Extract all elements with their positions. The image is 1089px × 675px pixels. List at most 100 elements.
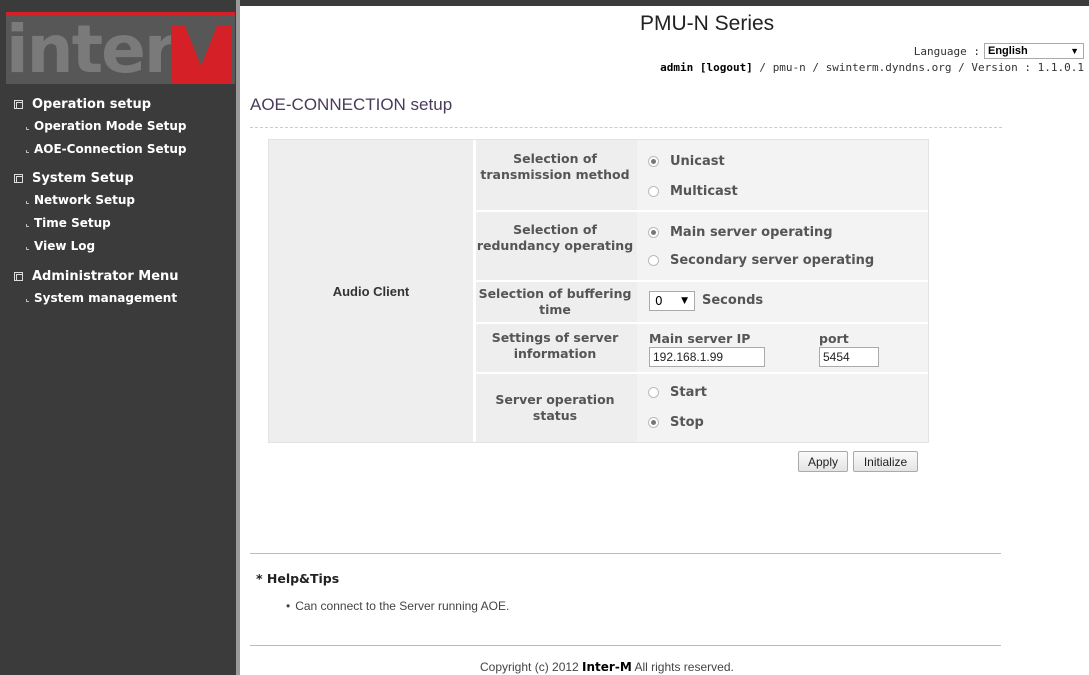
row-buffering-time: Selection of buffering time 0 ▼ Seconds: [476, 282, 928, 322]
row-label: Selection of transmission method: [480, 151, 630, 182]
buffering-time-value: 0: [655, 294, 663, 308]
language-label: Language :: [913, 44, 980, 58]
row-transmission-method: Selection of transmission method Unicast…: [476, 140, 928, 210]
sidebar-item-label: Operation Mode Setup: [34, 118, 187, 133]
bullet-icon: [26, 200, 29, 204]
port-input[interactable]: [819, 347, 879, 367]
radio-stop[interactable]: Stop: [648, 415, 704, 430]
path-separator: /: [752, 61, 773, 74]
sidebar: inter Operation setup Operation Mode Set…: [0, 0, 240, 675]
main-server-ip-input[interactable]: [649, 347, 765, 367]
bullet-icon: [26, 298, 29, 302]
bullet-icon: [26, 149, 29, 153]
radio-main-server[interactable]: Main server operating: [648, 225, 833, 240]
section-label-audio-client: Audio Client: [332, 283, 410, 299]
main-server-ip-label: Main server IP: [649, 331, 751, 346]
sidebar-item-operation-mode-setup[interactable]: Operation Mode Setup: [14, 114, 187, 137]
radio-label: Unicast: [670, 154, 725, 169]
sidebar-item-label: View Log: [34, 238, 96, 253]
collapse-box-icon: [14, 99, 23, 109]
radio-start[interactable]: Start: [648, 385, 707, 400]
initialize-button[interactable]: Initialize: [853, 451, 918, 472]
radio-selected-icon: [648, 156, 659, 167]
dropdown-caret-icon: ▼: [1070, 46, 1079, 56]
language-value: English: [988, 45, 1028, 57]
title-divider: [250, 127, 1002, 128]
value-cell: [637, 140, 928, 210]
nav-head-label: Operation setup: [32, 96, 152, 112]
session-info: admin [logout] / pmu-n / swinterm.dyndns…: [660, 61, 1084, 74]
seconds-unit-label: Seconds: [702, 293, 764, 308]
copyright-suffix: All rights reserved.: [631, 660, 734, 674]
nav-group-system: System Setup Network Setup Time Setup Vi…: [14, 168, 135, 257]
nav-head-label: Administrator Menu: [32, 268, 179, 284]
path-separator: /: [805, 61, 826, 74]
bullet-icon: [26, 126, 29, 130]
nav-group-administrator: Administrator Menu System management: [14, 266, 179, 309]
help-list-item: • Can connect to the Server running AOE.: [286, 599, 509, 613]
help-text: Can connect to the Server running AOE.: [295, 599, 510, 613]
nav-head-label: System Setup: [32, 170, 134, 186]
radio-multicast[interactable]: Multicast: [648, 184, 738, 199]
logo-wordmark: inter: [6, 12, 176, 85]
sidebar-item-label: Network Setup: [34, 192, 135, 207]
collapse-box-icon: [14, 173, 23, 183]
row-server-info: Settings of server information Main serv…: [476, 324, 928, 372]
sidebar-item-label: Time Setup: [34, 215, 111, 230]
language-row: Language : English ▼: [914, 43, 1084, 59]
value-cell: [637, 212, 928, 280]
language-select[interactable]: English ▼: [984, 43, 1084, 59]
row-server-status: Server operation status Start Stop: [476, 374, 928, 442]
radio-empty-icon: [648, 186, 659, 197]
copyright-prefix: Copyright (c) 2012: [480, 660, 583, 674]
row-label: Server operation status: [495, 392, 615, 423]
logo-m-mark: [171, 26, 231, 84]
nav-head-system-setup[interactable]: System Setup: [14, 168, 135, 188]
row-redundancy: Selection of redundancy operating Main s…: [476, 212, 928, 280]
username: admin: [660, 61, 694, 74]
sidebar-item-network-setup[interactable]: Network Setup: [14, 188, 135, 211]
bullet-icon: [26, 223, 29, 227]
sidebar-item-time-setup[interactable]: Time Setup: [14, 211, 135, 234]
radio-label: Multicast: [670, 184, 738, 199]
version-text: Version : 1.1.0.1: [971, 61, 1084, 74]
settings-table: Audio Client Selection of transmission m…: [268, 139, 929, 443]
bullet-icon: •: [286, 599, 291, 613]
radio-label: Main server operating: [670, 225, 833, 240]
dropdown-caret-icon: ▼: [681, 296, 688, 306]
radio-unicast[interactable]: Unicast: [648, 154, 725, 169]
page-title: AOE-CONNECTION setup: [250, 95, 453, 114]
sidebar-item-aoe-connection-setup[interactable]: AOE-Connection Setup: [14, 137, 187, 160]
sidebar-item-label: AOE-Connection Setup: [34, 141, 187, 156]
radio-label: Stop: [670, 415, 704, 430]
port-label: port: [819, 331, 849, 346]
radio-label: Start: [670, 385, 707, 400]
model-name: pmu-n: [772, 61, 806, 74]
radio-selected-icon: [648, 227, 659, 238]
host-name: swinterm.dyndns.org: [825, 61, 952, 74]
row-label: Settings of server information: [491, 330, 619, 361]
logout-link[interactable]: [logout]: [700, 61, 753, 74]
radio-selected-icon: [648, 417, 659, 428]
radio-secondary-server[interactable]: Secondary server operating: [648, 253, 874, 268]
sidebar-item-system-management[interactable]: System management: [14, 286, 179, 309]
help-title: * Help&Tips: [256, 571, 340, 586]
apply-button[interactable]: Apply: [798, 451, 848, 472]
collapse-box-icon: [14, 271, 23, 281]
radio-label: Secondary server operating: [670, 253, 875, 268]
sidebar-item-view-log[interactable]: View Log: [14, 234, 135, 257]
copyright: Copyright (c) 2012 Inter-M All rights re…: [480, 660, 734, 674]
brand-logo: inter: [6, 12, 235, 84]
copyright-brand: Inter-M: [582, 660, 632, 674]
nav-head-administrator-menu[interactable]: Administrator Menu: [14, 266, 179, 286]
buffering-time-select[interactable]: 0 ▼: [649, 291, 695, 311]
row-label: Selection of buffering time: [478, 286, 632, 317]
bullet-icon: [26, 246, 29, 250]
sidebar-item-label: System management: [34, 290, 178, 305]
radio-empty-icon: [648, 255, 659, 266]
radio-empty-icon: [648, 387, 659, 398]
product-title: PMU-N Series: [640, 12, 775, 35]
nav-head-operation-setup[interactable]: Operation setup: [14, 94, 187, 114]
footer-divider: [250, 645, 1001, 646]
path-separator: /: [951, 61, 972, 74]
